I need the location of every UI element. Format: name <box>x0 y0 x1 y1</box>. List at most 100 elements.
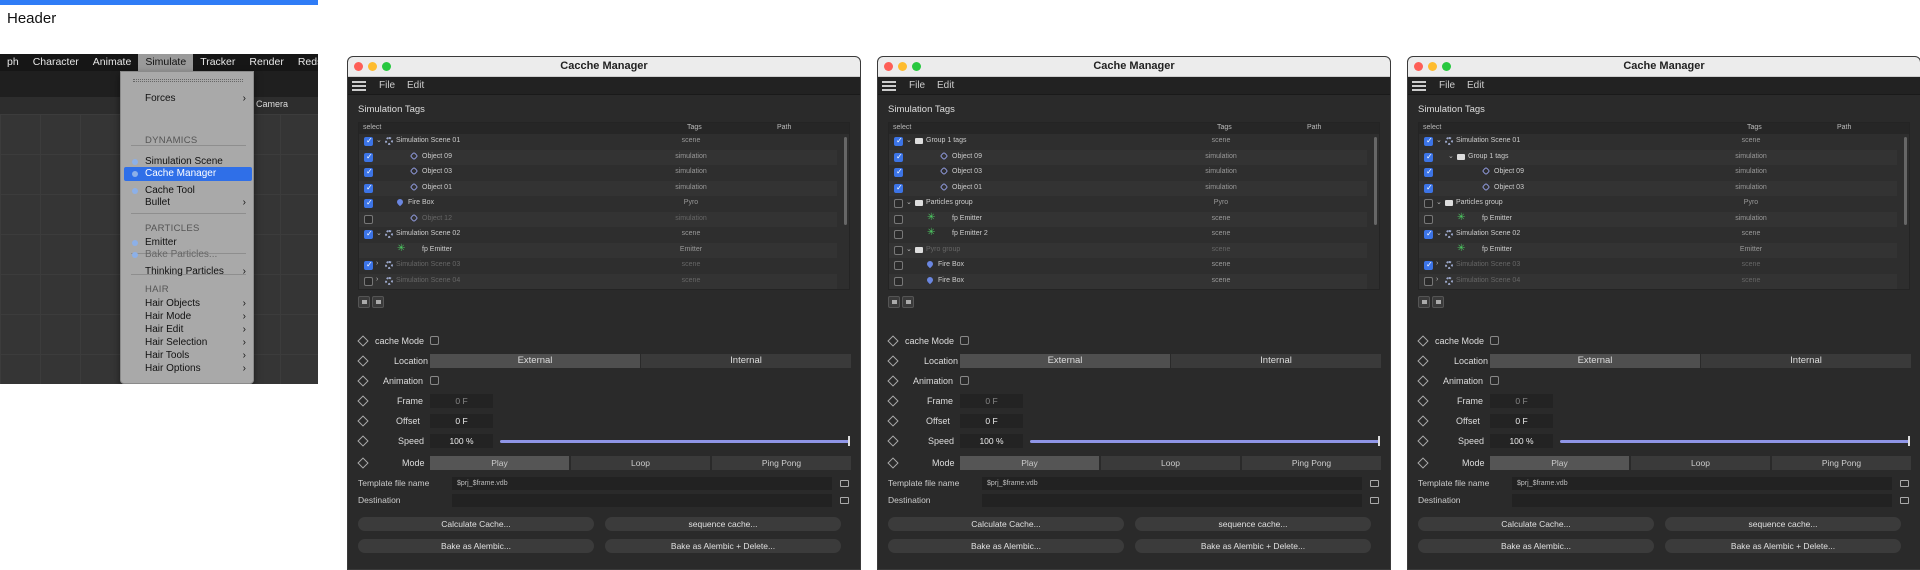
offset-field[interactable]: 0 F <box>960 414 1023 428</box>
tree-row[interactable]: Object 09 simulation <box>359 149 837 165</box>
menu-item-hair-tools[interactable]: Hair Tools › <box>124 349 252 363</box>
c4d-menu-simulate[interactable]: Simulate <box>138 54 194 71</box>
keyframe-icon[interactable] <box>357 415 369 427</box>
folder-icon[interactable] <box>1370 497 1379 504</box>
bake-alembic-button[interactable]: Bake as Alembic... <box>888 539 1124 553</box>
column-header[interactable]: Tags <box>687 124 702 131</box>
tree-scrollbar[interactable] <box>1374 137 1377 225</box>
keyframe-icon[interactable] <box>1417 335 1429 347</box>
destination-field[interactable] <box>1512 494 1892 507</box>
menu-file[interactable]: File <box>1439 80 1455 91</box>
bake-alembic-delete-button[interactable]: Bake as Alembic + Delete... <box>1135 539 1371 553</box>
row-checkbox[interactable] <box>1424 183 1433 193</box>
keyframe-icon[interactable] <box>887 355 899 367</box>
hamburger-icon[interactable] <box>1412 81 1426 91</box>
row-checkbox[interactable] <box>894 214 903 224</box>
menu-item-hair-selection[interactable]: Hair Selection › <box>124 336 252 350</box>
keyframe-icon[interactable] <box>887 375 899 387</box>
add-folder-button[interactable] <box>1418 296 1430 308</box>
tree-row[interactable]: Object 09 simulation <box>1419 165 1897 180</box>
sequence-cache-button[interactable]: sequence cache... <box>1135 517 1371 531</box>
keyframe-icon[interactable] <box>1417 435 1429 447</box>
tree-row[interactable]: Fire Box scene <box>889 273 1367 289</box>
menu-item-hair-objects[interactable]: Hair Objects › <box>124 297 252 311</box>
collapsed-chevron-icon[interactable]: › <box>1436 276 1438 283</box>
speed-field[interactable]: 100 % <box>1490 434 1553 448</box>
menu-edit[interactable]: Edit <box>1467 80 1484 91</box>
external-option[interactable]: External <box>430 354 640 368</box>
tree-row[interactable]: ⌄ Pyro group scene <box>889 242 1367 258</box>
c4d-menu-redshift[interactable]: Redshift <box>291 54 318 71</box>
menu-item-bullet[interactable]: Bullet › <box>124 196 252 210</box>
offset-field[interactable]: 0 F <box>430 414 493 428</box>
animation-checkbox[interactable] <box>1490 376 1499 385</box>
destination-field[interactable] <box>982 494 1362 507</box>
folder-icon[interactable] <box>840 480 849 487</box>
keyframe-icon[interactable] <box>357 335 369 347</box>
tree-scrollbar[interactable] <box>1904 137 1907 225</box>
tree-row[interactable]: › Simulation Scene 03 scene <box>359 258 837 273</box>
tearoff-line[interactable] <box>133 79 243 82</box>
menu-item-hair-options[interactable]: Hair Options › <box>124 362 252 376</box>
mode-option-play[interactable]: Play <box>430 456 570 470</box>
hamburger-icon[interactable] <box>882 81 896 91</box>
column-header[interactable]: select <box>363 124 381 131</box>
external-option[interactable]: External <box>960 354 1170 368</box>
keyframe-icon[interactable] <box>887 415 899 427</box>
tree-scrollbar[interactable] <box>844 137 847 225</box>
c4d-menu-ph[interactable]: ph <box>0 54 26 71</box>
row-checkbox[interactable] <box>1424 214 1433 224</box>
c4d-menu-tracker[interactable]: Tracker <box>193 54 242 71</box>
menu-item-hair-edit[interactable]: Hair Edit › <box>124 323 252 337</box>
menu-item-hair-mode[interactable]: Hair Mode › <box>124 310 252 324</box>
tree-row[interactable]: ⌄ Group 1 tags scene <box>889 134 1367 149</box>
tree-row[interactable]: Object 03 simulation <box>1419 180 1897 196</box>
offset-field[interactable]: 0 F <box>1490 414 1553 428</box>
tree-row[interactable]: › Simulation Scene 04 scene <box>1419 273 1897 289</box>
keyframe-icon[interactable] <box>887 335 899 347</box>
speed-slider[interactable] <box>500 440 850 443</box>
expand-chevron-icon[interactable]: ⌄ <box>906 245 912 253</box>
speed-slider[interactable] <box>1560 440 1910 443</box>
expand-chevron-icon[interactable]: ⌄ <box>1448 152 1454 160</box>
expand-chevron-icon[interactable]: ⌄ <box>1436 229 1442 237</box>
expand-chevron-icon[interactable]: ⌄ <box>906 136 912 144</box>
expand-chevron-icon[interactable]: ⌄ <box>1436 198 1442 206</box>
mode-option-loop[interactable]: Loop <box>1101 456 1241 470</box>
keyframe-icon[interactable] <box>357 395 369 407</box>
row-checkbox[interactable] <box>894 245 903 255</box>
tree-row[interactable]: ⌄ Particles group Pyro <box>1419 196 1897 211</box>
keyframe-icon[interactable] <box>357 355 369 367</box>
tree-row[interactable]: ⌄ Simulation Scene 01 scene <box>359 134 837 149</box>
c4d-menu-render[interactable]: Render <box>242 54 290 71</box>
row-checkbox[interactable] <box>1424 199 1433 208</box>
window-titlebar[interactable]: Cache Manager <box>1408 57 1920 77</box>
row-checkbox[interactable] <box>1424 152 1433 162</box>
speed-slider[interactable] <box>1030 440 1380 443</box>
row-checkbox[interactable] <box>894 167 903 177</box>
speed-field[interactable]: 100 % <box>960 434 1023 448</box>
row-checkbox[interactable] <box>364 183 373 193</box>
tree-row[interactable]: ⌄ Group 1 tags simulation <box>1419 149 1897 165</box>
keyframe-icon[interactable] <box>1417 395 1429 407</box>
tree-row[interactable]: Fire Box scene <box>889 258 1367 273</box>
keyframe-icon[interactable] <box>1417 457 1429 469</box>
expand-chevron-icon[interactable]: ⌄ <box>1436 136 1442 144</box>
mode-option-loop[interactable]: Loop <box>1631 456 1771 470</box>
menu-file[interactable]: File <box>909 80 925 91</box>
internal-option[interactable]: Internal <box>641 354 851 368</box>
tree-row[interactable]: ⌄ Simulation Scene 02 scene <box>359 227 837 242</box>
mode-option-loop[interactable]: Loop <box>571 456 711 470</box>
mode-option-ping-pong[interactable]: Ping Pong <box>1242 456 1382 470</box>
row-checkbox[interactable] <box>1424 276 1433 286</box>
row-checkbox[interactable] <box>894 199 903 208</box>
window-titlebar[interactable]: Cacche Manager <box>348 57 860 77</box>
sequence-cache-button[interactable]: sequence cache... <box>605 517 841 531</box>
menu-file[interactable]: File <box>379 80 395 91</box>
keyframe-icon[interactable] <box>1417 375 1429 387</box>
template-field[interactable]: $prj_$frame.vdb <box>982 477 1362 490</box>
tree-row[interactable]: ⌄ Simulation Scene 02 scene <box>1419 227 1897 242</box>
menu-edit[interactable]: Edit <box>937 80 954 91</box>
tree-row[interactable]: ✳ fp Emitter Emitter <box>1419 242 1897 258</box>
mode-option-ping-pong[interactable]: Ping Pong <box>712 456 852 470</box>
